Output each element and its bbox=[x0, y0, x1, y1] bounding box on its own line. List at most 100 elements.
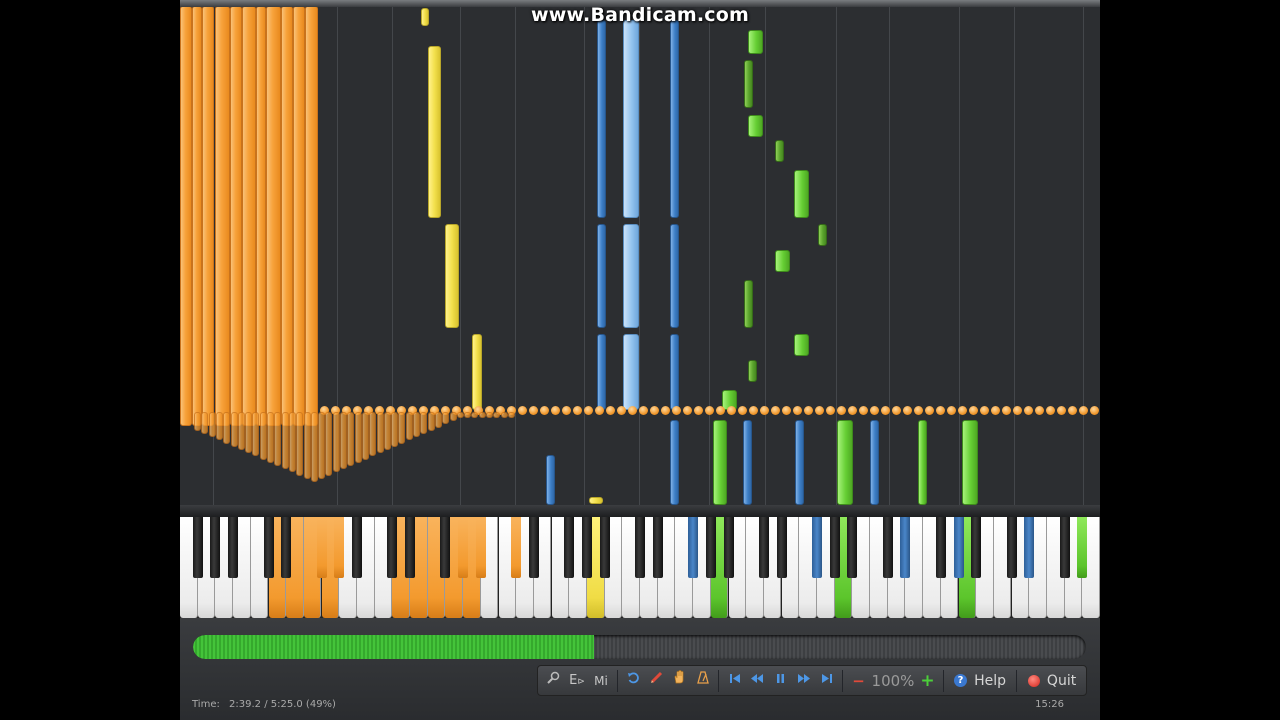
black-key[interactable] bbox=[192, 517, 203, 578]
song-progress-bar[interactable] bbox=[193, 635, 1086, 659]
black-key[interactable] bbox=[1006, 517, 1017, 578]
black-key[interactable] bbox=[528, 517, 539, 578]
octave-gridline bbox=[959, 0, 960, 505]
yellow-note bbox=[428, 46, 441, 218]
blue-note bbox=[870, 420, 879, 505]
note-head bbox=[980, 406, 989, 415]
black-key[interactable] bbox=[581, 517, 592, 578]
piano-keyboard[interactable] bbox=[180, 517, 1100, 618]
black-key[interactable] bbox=[599, 517, 610, 578]
help-button[interactable]: ? Help bbox=[948, 670, 1012, 692]
green-note bbox=[794, 334, 809, 356]
note-head bbox=[749, 406, 758, 415]
blue-note bbox=[670, 420, 679, 505]
skip-start-icon[interactable] bbox=[723, 670, 746, 692]
black-key[interactable] bbox=[935, 517, 946, 578]
black-key[interactable] bbox=[635, 517, 645, 578]
orange-note bbox=[391, 412, 399, 447]
black-key[interactable] bbox=[829, 517, 840, 578]
note-head bbox=[903, 406, 912, 415]
toolbar-divider bbox=[617, 669, 618, 692]
black-key[interactable] bbox=[458, 517, 469, 578]
orange-note bbox=[215, 6, 230, 426]
orange-note bbox=[281, 412, 289, 470]
note-head bbox=[1013, 406, 1022, 415]
orange-note bbox=[361, 412, 369, 460]
pencil-icon[interactable] bbox=[645, 670, 668, 692]
black-key[interactable] bbox=[900, 517, 911, 578]
midi-button[interactable]: Mi bbox=[589, 670, 613, 692]
loop-icon[interactable] bbox=[622, 670, 645, 692]
orange-note bbox=[303, 412, 311, 479]
yellow-note bbox=[472, 334, 482, 410]
black-key[interactable] bbox=[688, 517, 699, 578]
octave-gridline bbox=[639, 0, 640, 505]
orange-note bbox=[310, 412, 318, 482]
octave-gridline bbox=[1014, 0, 1015, 505]
green-note bbox=[818, 224, 827, 246]
skip-end-icon[interactable] bbox=[815, 670, 838, 692]
edit-button[interactable]: E⊳ bbox=[565, 670, 589, 692]
octave-gridline bbox=[765, 0, 766, 505]
metronome-icon[interactable] bbox=[691, 670, 714, 692]
orange-note bbox=[266, 6, 281, 426]
black-key[interactable] bbox=[705, 517, 716, 578]
black-key[interactable] bbox=[351, 517, 362, 578]
black-key[interactable] bbox=[387, 517, 398, 578]
fast-forward-icon[interactable] bbox=[792, 670, 815, 692]
zoom-level: 100% bbox=[871, 671, 915, 690]
black-key[interactable] bbox=[811, 517, 822, 578]
black-key[interactable] bbox=[440, 517, 451, 578]
note-head bbox=[705, 406, 714, 415]
note-head bbox=[650, 406, 659, 415]
black-key[interactable] bbox=[475, 517, 486, 578]
black-key[interactable] bbox=[228, 517, 239, 578]
black-key[interactable] bbox=[723, 517, 734, 578]
black-key[interactable] bbox=[1077, 517, 1088, 578]
black-key[interactable] bbox=[652, 517, 663, 578]
orange-note bbox=[493, 412, 501, 418]
black-key[interactable] bbox=[1024, 517, 1035, 578]
black-key[interactable] bbox=[281, 517, 292, 578]
orange-note bbox=[413, 412, 420, 438]
black-key[interactable] bbox=[847, 517, 858, 578]
orange-note bbox=[347, 412, 355, 466]
orange-note bbox=[478, 412, 486, 418]
zoom-out-button[interactable]: − bbox=[847, 670, 870, 692]
black-key[interactable] bbox=[953, 517, 964, 578]
pause-icon[interactable] bbox=[769, 670, 792, 692]
black-key[interactable] bbox=[776, 517, 787, 578]
black-key[interactable] bbox=[971, 517, 982, 578]
black-key[interactable] bbox=[758, 517, 769, 578]
black-key[interactable] bbox=[316, 517, 327, 578]
green-note bbox=[794, 170, 809, 218]
hand-icon[interactable] bbox=[668, 669, 691, 692]
orange-note bbox=[256, 6, 266, 426]
green-note bbox=[775, 140, 784, 162]
black-key[interactable] bbox=[1059, 517, 1070, 578]
octave-gridline bbox=[709, 0, 710, 505]
note-head bbox=[991, 406, 1000, 415]
zoom-icon[interactable] bbox=[542, 670, 565, 692]
note-head bbox=[639, 406, 648, 415]
black-key[interactable] bbox=[210, 517, 221, 578]
blue-note bbox=[743, 420, 752, 505]
note-head bbox=[870, 406, 879, 415]
zoom-in-button[interactable]: + bbox=[916, 670, 939, 692]
yellow-note bbox=[445, 224, 459, 328]
toolbar-divider bbox=[718, 669, 719, 692]
green-note bbox=[744, 60, 753, 108]
note-head bbox=[584, 406, 593, 415]
green-note bbox=[918, 420, 927, 505]
orange-note bbox=[192, 6, 202, 426]
orange-note bbox=[376, 412, 384, 454]
black-key[interactable] bbox=[263, 517, 274, 578]
black-key[interactable] bbox=[405, 517, 415, 578]
rewind-icon[interactable] bbox=[746, 670, 769, 692]
quit-button[interactable]: Quit bbox=[1021, 670, 1083, 692]
black-key[interactable] bbox=[564, 517, 575, 578]
black-key[interactable] bbox=[882, 517, 893, 578]
black-key[interactable] bbox=[511, 517, 522, 578]
black-key[interactable] bbox=[334, 517, 345, 578]
octave-gridline bbox=[515, 0, 516, 505]
